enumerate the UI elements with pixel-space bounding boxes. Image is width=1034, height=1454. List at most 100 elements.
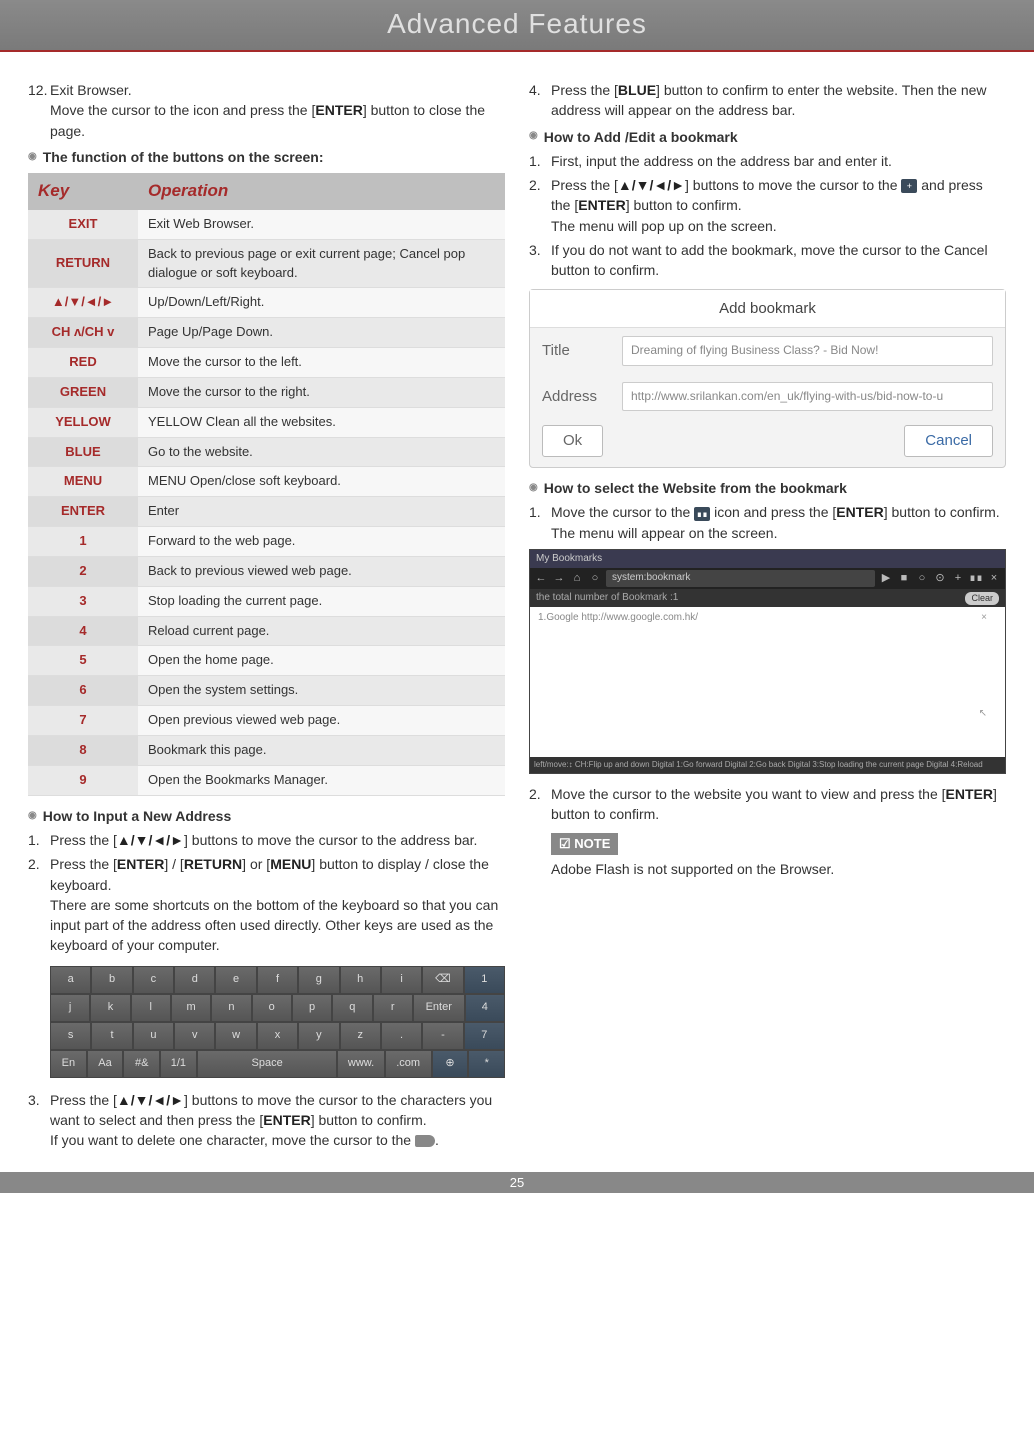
subhead-button-functions: The function of the buttons on the scree…: [28, 147, 505, 167]
keyboard-key[interactable]: www.: [337, 1050, 384, 1078]
back-icon[interactable]: ←: [534, 572, 548, 586]
table-col-operation: Operation: [138, 173, 505, 210]
keyboard-key[interactable]: k: [90, 994, 130, 1022]
keyboard-key[interactable]: f: [257, 966, 298, 994]
bookmark-address-input[interactable]: http://www.srilankan.com/en_uk/flying-wi…: [622, 382, 993, 411]
cancel-button[interactable]: Cancel: [904, 425, 993, 457]
operation-cell: Move the cursor to the left.: [138, 348, 505, 378]
keyboard-key[interactable]: a: [50, 966, 91, 994]
operation-cell: Up/Down/Left/Right.: [138, 288, 505, 318]
keyboard-key[interactable]: m: [171, 994, 211, 1022]
left-column: 12. Exit Browser. Move the cursor to the…: [28, 80, 505, 1154]
keyboard-key[interactable]: t: [91, 1022, 132, 1050]
keyboard-key[interactable]: z: [340, 1022, 381, 1050]
keyboard-key[interactable]: r: [373, 994, 413, 1022]
operation-cell: YELLOW Clean all the websites.: [138, 407, 505, 437]
key-cell: RED: [28, 348, 138, 378]
page-number: 25: [0, 1172, 1034, 1193]
step-12-number: 12.: [28, 80, 50, 141]
bookmark-title-input[interactable]: Dreaming of flying Business Class? - Bid…: [622, 336, 993, 365]
add-bookmark-dialog: Add bookmark Title Dreaming of flying Bu…: [529, 289, 1006, 468]
keyboard-key[interactable]: Space: [197, 1050, 338, 1078]
keyboard-key[interactable]: Enter: [413, 994, 465, 1022]
close-icon[interactable]: ×: [987, 572, 1001, 586]
keyboard-key[interactable]: c: [133, 966, 174, 994]
step-12: 12. Exit Browser. Move the cursor to the…: [28, 80, 505, 141]
go-icon[interactable]: ▶: [879, 572, 893, 586]
forward-icon[interactable]: →: [552, 572, 566, 586]
key-cell: 1: [28, 527, 138, 557]
plus-icon[interactable]: +: [951, 572, 965, 586]
keyboard-key[interactable]: En: [50, 1050, 87, 1078]
keyboard-key[interactable]: 4: [465, 994, 505, 1022]
keyboard-key[interactable]: v: [174, 1022, 215, 1050]
bookmark-status-bar: left/move:↕ CH:Flip up and down Digital …: [530, 757, 1005, 773]
key-cell: 7: [28, 706, 138, 736]
operation-cell: Back to previous viewed web page.: [138, 556, 505, 586]
bookmark-list-body: 1.Google http://www.google.com.hk/ × ↖: [530, 607, 1005, 757]
add-bookmark-icon: +: [901, 179, 917, 193]
zoom-icon[interactable]: ⊙: [933, 572, 947, 586]
keyboard-key[interactable]: 1/1: [160, 1050, 197, 1078]
keyboard-key[interactable]: d: [174, 966, 215, 994]
keyboard-key[interactable]: Aa: [87, 1050, 124, 1078]
ok-button[interactable]: Ok: [542, 425, 603, 457]
keyboard-key[interactable]: -: [422, 1022, 463, 1050]
operation-cell: Reload current page.: [138, 616, 505, 646]
keyboard-key[interactable]: ⌫: [422, 966, 463, 994]
keyboard-key[interactable]: #&: [123, 1050, 160, 1078]
home-icon[interactable]: ⌂: [570, 572, 584, 586]
table-row: 9Open the Bookmarks Manager.: [28, 765, 505, 795]
bookmark-step-2: 2. Press the [▲/▼/◄/►] buttons to move t…: [529, 175, 1006, 236]
table-row: 8Bookmark this page.: [28, 736, 505, 766]
keyboard-key[interactable]: n: [211, 994, 251, 1022]
stop-icon[interactable]: ■: [897, 572, 911, 586]
keyboard-key[interactable]: .com: [385, 1050, 432, 1078]
operation-cell: Open the Bookmarks Manager.: [138, 765, 505, 795]
delete-entry-icon[interactable]: ×: [981, 611, 987, 626]
input-step-3: 3. Press the [▲/▼/◄/►] buttons to move t…: [28, 1090, 505, 1151]
bookmark-title-label: Title: [542, 340, 622, 362]
note-text: Adobe Flash is not supported on the Brow…: [551, 859, 1006, 879]
operation-cell: Forward to the web page.: [138, 527, 505, 557]
bookmark-manager-icon: ∎∎: [694, 507, 710, 521]
keyboard-key[interactable]: g: [298, 966, 339, 994]
right-column: 4. Press the [BLUE] button to confirm to…: [529, 80, 1006, 1154]
keyboard-key[interactable]: .: [381, 1022, 422, 1050]
grid-icon[interactable]: ∎∎: [969, 572, 983, 586]
keyboard-key[interactable]: i: [381, 966, 422, 994]
keyboard-key[interactable]: ⊕: [432, 1050, 469, 1078]
operation-cell: Exit Web Browser.: [138, 210, 505, 239]
clear-button[interactable]: Clear: [965, 592, 999, 605]
table-row: GREENMove the cursor to the right.: [28, 377, 505, 407]
keyboard-key[interactable]: h: [340, 966, 381, 994]
bookmark-entry-1[interactable]: 1.Google http://www.google.com.hk/: [538, 612, 698, 623]
keyboard-key[interactable]: 1: [464, 966, 505, 994]
keyboard-key[interactable]: l: [131, 994, 171, 1022]
keyboard-key[interactable]: u: [133, 1022, 174, 1050]
keyboard-key[interactable]: s: [50, 1022, 91, 1050]
table-row: 6Open the system settings.: [28, 676, 505, 706]
keyboard-key[interactable]: w: [215, 1022, 256, 1050]
keyboard-key[interactable]: e: [215, 966, 256, 994]
keyboard-key[interactable]: x: [257, 1022, 298, 1050]
keyboard-key[interactable]: 7: [464, 1022, 505, 1050]
table-row: YELLOWYELLOW Clean all the websites.: [28, 407, 505, 437]
key-cell: 8: [28, 736, 138, 766]
keyboard-key[interactable]: o: [252, 994, 292, 1022]
key-cell: EXIT: [28, 210, 138, 239]
keyboard-key[interactable]: *: [468, 1050, 505, 1078]
bookmark-step-1: 1. First, input the address on the addre…: [529, 151, 1006, 171]
keyboard-key[interactable]: q: [332, 994, 372, 1022]
keyboard-key[interactable]: b: [91, 966, 132, 994]
select-step-2: 2. Move the cursor to the website you wa…: [529, 784, 1006, 825]
keyboard-key[interactable]: p: [292, 994, 332, 1022]
settings-icon[interactable]: ○: [915, 572, 929, 586]
input-step-4: 4. Press the [BLUE] button to confirm to…: [529, 80, 1006, 121]
table-row: 7Open previous viewed web page.: [28, 706, 505, 736]
keyboard-key[interactable]: y: [298, 1022, 339, 1050]
reload-icon[interactable]: ○: [588, 572, 602, 586]
bookmark-url-bar[interactable]: system:bookmark: [606, 570, 875, 587]
keyboard-key[interactable]: j: [50, 994, 90, 1022]
operation-cell: Page Up/Page Down.: [138, 318, 505, 348]
